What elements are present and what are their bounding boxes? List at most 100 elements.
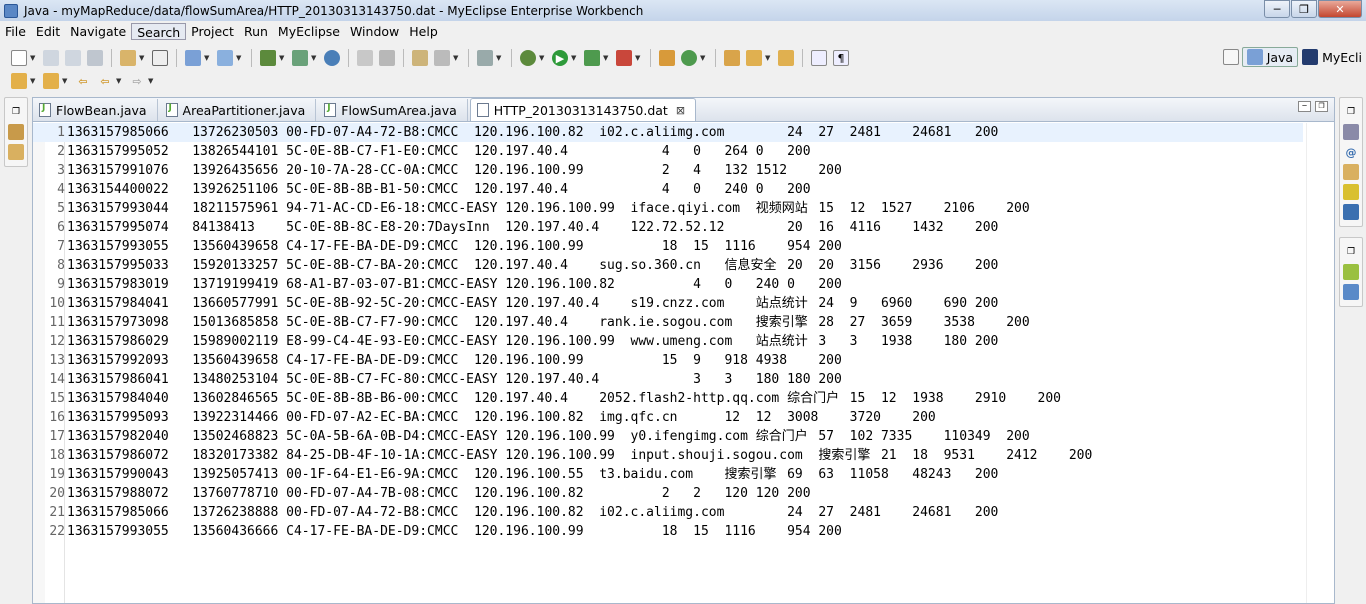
close-button[interactable]: ✕ [1318,0,1362,18]
menu-edit[interactable]: Edit [31,23,65,40]
undo-icon[interactable] [357,50,373,66]
show-whitespace-icon[interactable]: ¶ [833,50,849,66]
restore-icon[interactable]: ❐ [1343,104,1359,120]
new-server-icon[interactable] [120,50,136,66]
dropdown-icon[interactable]: ▼ [236,54,243,62]
myeclipse-perspective-button[interactable]: MyEcli [1298,47,1366,67]
javadoc-icon[interactable]: @ [1343,144,1359,160]
task-icon[interactable] [1343,184,1359,200]
dropdown-icon[interactable]: ▼ [496,54,503,62]
dropdown-icon[interactable]: ▼ [148,77,155,85]
toggle-block-icon[interactable] [811,50,827,66]
search-icon[interactable] [746,50,762,66]
editor-line[interactable]: 15 1363157984040 13602846565 5C-0E-8B-8B-… [33,389,1303,408]
last-edit-location-icon[interactable]: ⇦ [75,73,91,89]
dropdown-icon[interactable]: ▼ [635,54,642,62]
editor-line[interactable]: 8 1363157995033 15920133257 5C-0E-8B-C7-B… [33,256,1303,275]
save-all-icon[interactable] [65,50,81,66]
console-icon[interactable] [152,50,168,66]
print-icon[interactable] [87,50,103,66]
editor-line[interactable]: 1 1363157985066 13726230503 00-FD-07-A4-7… [33,123,1303,142]
outline-icon[interactable] [1343,124,1359,140]
editor-line[interactable]: 7 1363157993055 13560439658 C4-17-FE-BA-D… [33,237,1303,256]
editor-line[interactable]: 17 1363157982040 13502468823 5C-0A-5B-6A-… [33,427,1303,446]
editor-line[interactable]: 22 1363157993055 13560436666 C4-17-FE-BA-… [33,522,1303,541]
java-perspective-button[interactable]: Java [1241,47,1299,67]
editor-line[interactable]: 3 1363157991076 13926435656 20-10-7A-28-C… [33,161,1303,180]
dropdown-icon[interactable]: ▼ [204,54,211,62]
editor-line[interactable]: 19 1363157990043 13925057413 00-1F-64-E1-… [33,465,1303,484]
next-annotation-icon[interactable] [11,73,27,89]
minimize-button[interactable]: ─ [1264,0,1290,18]
dropdown-icon[interactable]: ▼ [603,54,610,62]
dropdown-icon[interactable]: ▼ [765,54,772,62]
deploy-icon[interactable] [185,50,201,66]
menu-myeclipse[interactable]: MyEclipse [273,23,345,40]
editor-line[interactable]: 21 1363157985066 13726238888 00-FD-07-A4-… [33,503,1303,522]
menu-file[interactable]: File [0,23,31,40]
editor-line[interactable]: 20 1363157988072 13760778710 00-FD-07-A4-… [33,484,1303,503]
tab-http-dat[interactable]: HTTP_20130313143750.dat ⊠ [469,98,697,121]
new-package-icon[interactable] [412,50,428,66]
menu-help[interactable]: Help [404,23,443,40]
maximize-button[interactable]: ❐ [1291,0,1317,18]
overview-ruler[interactable] [1306,123,1334,603]
menu-navigate[interactable]: Navigate [65,23,131,40]
tab-flowbean-java[interactable]: FlowBean.java [33,99,158,121]
editor-line[interactable]: 4 1363154400022 13926251106 5C-0E-8B-8B-B… [33,180,1303,199]
editor-line[interactable]: 18 1363157986072 18320173382 84-25-DB-4F-… [33,446,1303,465]
web-icon[interactable] [217,50,233,66]
save-icon[interactable] [43,50,59,66]
declaration-icon[interactable] [1343,164,1359,180]
dropdown-icon[interactable]: ▼ [311,54,318,62]
run-server-icon[interactable] [292,50,308,66]
new-dropdown-icon[interactable]: ▼ [30,54,37,62]
menu-window[interactable]: Window [345,23,404,40]
menu-project[interactable]: Project [186,23,239,40]
dropdown-icon[interactable]: ▼ [116,77,123,85]
restore-icon[interactable]: ❐ [8,104,24,120]
open-folder-icon[interactable] [724,50,740,66]
tab-areapartitioner-java[interactable]: AreaPartitioner.java [160,99,317,121]
new-class-icon[interactable] [434,50,450,66]
editor-line[interactable]: 5 1363157993044 18211575961 94-71-AC-CD-E… [33,199,1303,218]
tab-flowsumarea-java[interactable]: FlowSumArea.java [318,99,468,121]
debug-icon[interactable] [520,50,536,66]
minimize-editor-icon[interactable]: ─ [1298,101,1311,112]
editor-line[interactable]: 13 1363157992093 13560439658 C4-17-FE-BA-… [33,351,1303,370]
open-perspective-icon[interactable] [1222,49,1239,65]
editor-line[interactable]: 10 1363157984041 13660577991 5C-0E-8B-92-… [33,294,1303,313]
external-tools-icon[interactable] [616,50,632,66]
snippets-icon[interactable] [1343,264,1359,280]
hierarchy-icon[interactable] [8,144,24,160]
dropdown-icon[interactable]: ▼ [62,77,69,85]
back-icon[interactable]: ⇦ [97,73,113,89]
dropdown-icon[interactable]: ▼ [139,54,146,62]
console-view-icon[interactable] [1343,204,1359,220]
editor-line[interactable]: 14 1363157986041 13480253104 5C-0E-8B-C7-… [33,370,1303,389]
coverage-icon[interactable] [584,50,600,66]
text-editor[interactable]: 1 1363157985066 13726230503 00-FD-07-A4-7… [33,123,1334,603]
run-icon[interactable]: ▶ [552,50,568,66]
servers-icon[interactable] [260,50,276,66]
menu-search[interactable]: Search [131,23,187,40]
new-icon[interactable] [11,50,27,66]
dropdown-icon[interactable]: ▼ [30,77,37,85]
open-type-icon[interactable] [477,50,493,66]
editor-line[interactable]: 12 1363157986029 15989002119 E8-99-C4-4E-… [33,332,1303,351]
dropdown-icon[interactable]: ▼ [539,54,546,62]
open-task-icon[interactable] [778,50,794,66]
editor-line[interactable]: 9 1363157983019 13719199419 68-A1-B7-03-0… [33,275,1303,294]
forward-icon[interactable]: ⇨ [129,73,145,89]
restore-icon[interactable]: ❐ [1343,244,1359,260]
dropdown-icon[interactable]: ▼ [571,54,578,62]
browser-icon[interactable] [324,50,340,66]
dropdown-icon[interactable]: ▼ [453,54,460,62]
menu-run[interactable]: Run [239,23,273,40]
editor-line[interactable]: 6 1363157995074 84138413 5C-0E-8B-8C-E8-2… [33,218,1303,237]
new-java-project-icon[interactable] [659,50,675,66]
close-tab-icon[interactable]: ⊠ [676,104,685,117]
maximize-editor-icon[interactable]: ❐ [1315,101,1328,112]
dropdown-icon[interactable]: ▼ [700,54,707,62]
package-explorer-icon[interactable] [8,124,24,140]
